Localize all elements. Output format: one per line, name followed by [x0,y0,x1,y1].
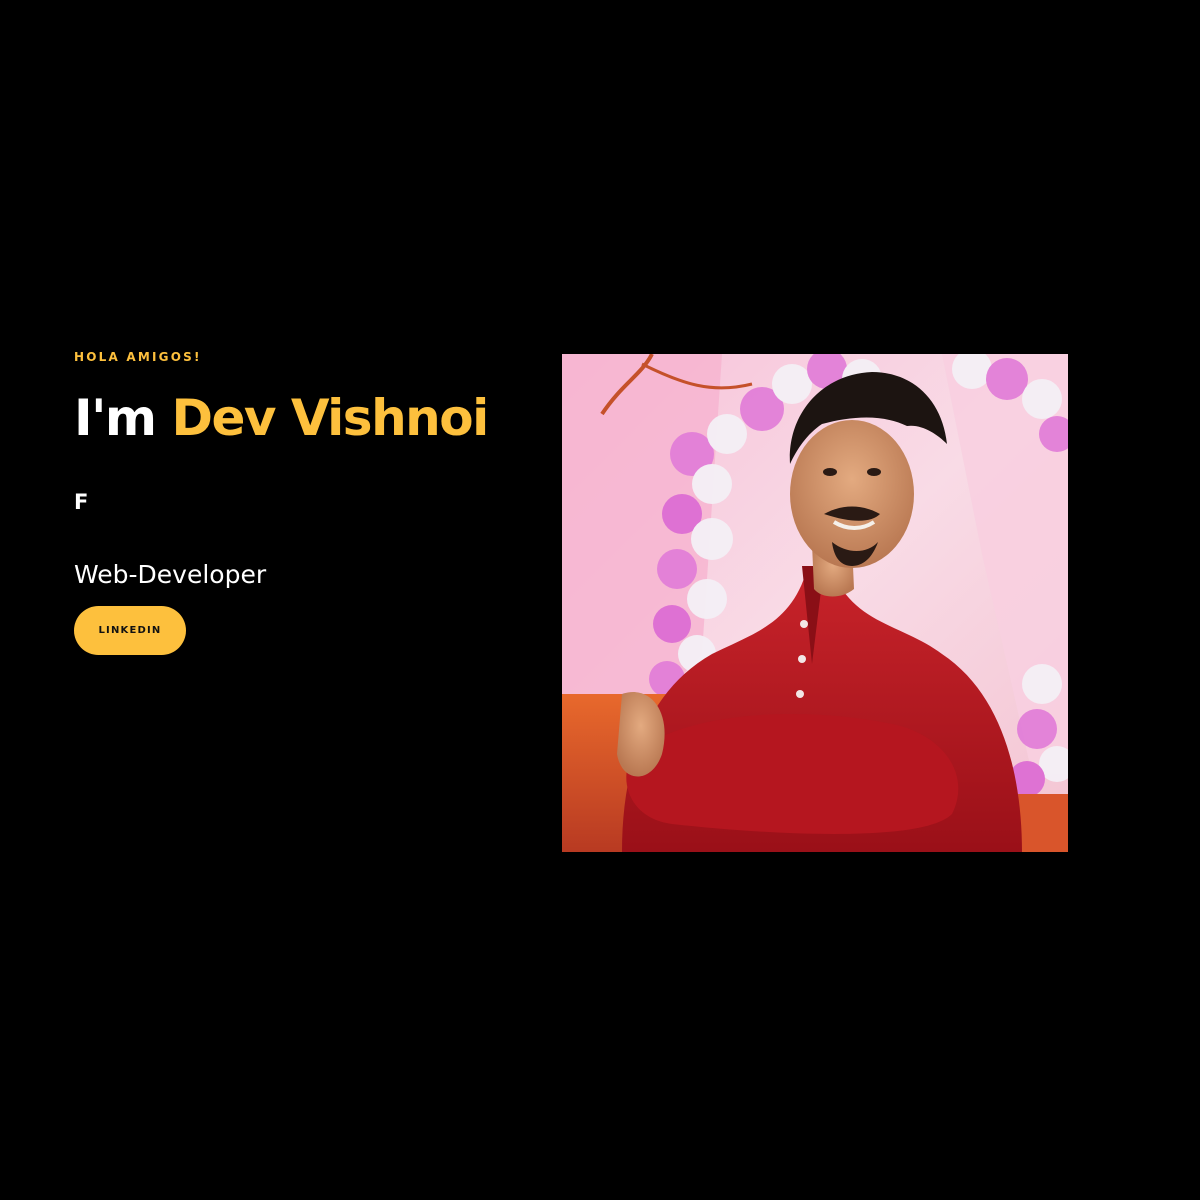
role-text: Web-Developer [74,560,267,589]
linkedin-button[interactable]: LINKEDIN [74,606,186,655]
greeting-text: HOLA AMIGOS! [74,350,202,364]
headline-name: Dev Vishnoi [171,389,489,447]
headline-prefix: I'm [74,389,157,447]
hero-section: HOLA AMIGOS! I'm Dev Vishnoi F Web-Devel… [0,0,1200,1200]
headline: I'm Dev Vishnoi [74,386,489,450]
profile-photo-illustration [562,354,1068,852]
typed-text: F [74,490,89,514]
profile-photo [562,354,1068,852]
